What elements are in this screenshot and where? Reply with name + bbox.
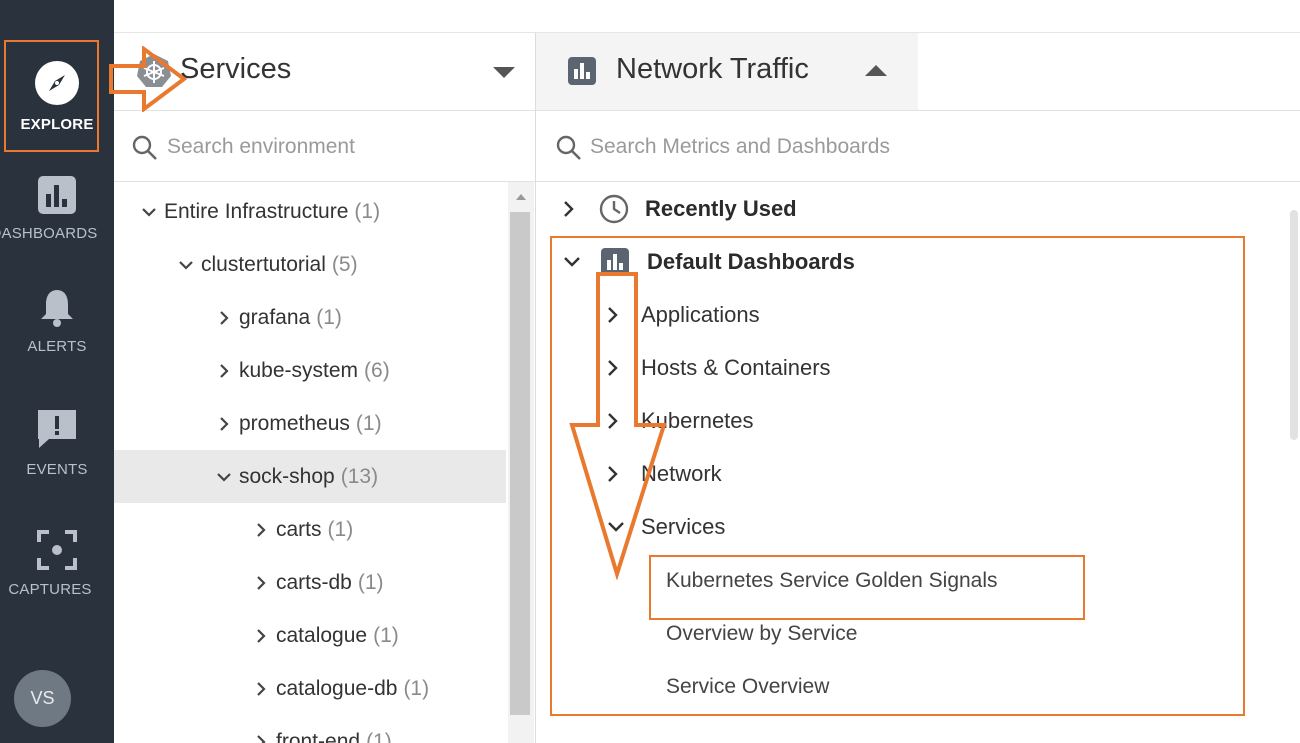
arrow-down-annotation <box>569 272 667 580</box>
tree-scrollbar[interactable] <box>508 182 534 743</box>
tree-item[interactable]: grafana (1) <box>114 291 506 344</box>
nav-label: DASHBOARDS <box>0 224 98 242</box>
tree-item[interactable]: catalogue (1) <box>114 609 506 662</box>
recently-used-group[interactable]: Recently Used <box>563 182 797 235</box>
nav-label: CAPTURES <box>8 580 92 598</box>
bar-chart-icon <box>37 175 77 215</box>
chevron-down-icon[interactable] <box>211 472 237 482</box>
chevron-right-icon[interactable] <box>211 363 237 379</box>
nav-alerts[interactable]: ALERTS <box>0 265 114 377</box>
search-input[interactable]: Search Metrics and Dashboards <box>590 135 890 159</box>
environment-search[interactable]: Search environment <box>114 111 535 182</box>
nav-dashboards[interactable]: DASHBOARDS <box>0 152 114 264</box>
alert-message-icon <box>35 407 79 451</box>
tree-item-count: (5) <box>331 252 358 276</box>
tree-item[interactable]: kube-system (6) <box>114 344 506 397</box>
nav-captures[interactable]: CAPTURES <box>0 507 114 619</box>
tree-item-label: clustertutorial <box>201 252 326 276</box>
tree-item[interactable]: front-end (1) <box>114 715 506 743</box>
group-label: Recently Used <box>645 195 797 221</box>
tree-item-count: (1) <box>327 517 354 541</box>
dashboard-icon <box>568 57 596 85</box>
tree-item-count: (1) <box>373 623 399 647</box>
chevron-right-icon[interactable] <box>211 416 237 432</box>
avatar[interactable]: VS <box>14 670 71 727</box>
scroll-up-icon[interactable] <box>516 194 526 200</box>
tree-item-count: (6) <box>364 358 390 382</box>
tree-item-label: grafana <box>239 305 311 329</box>
explore-highlight-box <box>4 40 99 152</box>
tree-item-label: kube-system <box>239 358 359 382</box>
tree-item-count: (1) <box>366 729 392 743</box>
services-title: Services <box>180 53 292 85</box>
tree-item-count: (1) <box>403 676 430 700</box>
tree-item-label: sock-shop <box>239 464 335 488</box>
tree-item-count: (1) <box>354 199 381 223</box>
bell-icon <box>38 288 76 328</box>
chevron-right-icon[interactable] <box>248 734 274 743</box>
tree-item-label: carts <box>276 517 322 541</box>
tree-item-selected[interactable]: sock-shop (13) <box>114 450 506 503</box>
caret-down-icon[interactable] <box>493 67 515 78</box>
chevron-down-icon[interactable] <box>173 260 199 270</box>
tree-item-count: (13) <box>340 464 379 488</box>
chevron-down-icon[interactable] <box>136 207 162 217</box>
arrow-right-annotation <box>109 46 188 112</box>
golden-signals-highlight-box <box>649 555 1085 620</box>
tree-item[interactable]: prometheus (1) <box>114 397 506 450</box>
capture-icon <box>36 529 78 571</box>
metrics-title: Network Traffic <box>616 53 809 85</box>
tree-item-label: prometheus <box>239 411 350 435</box>
search-input[interactable]: Search environment <box>167 135 355 159</box>
scrollbar-thumb[interactable] <box>510 212 530 715</box>
chevron-right-icon[interactable] <box>248 522 274 538</box>
clock-icon <box>599 194 629 224</box>
tree-item-label: catalogue-db <box>276 676 398 700</box>
tree-item[interactable]: catalogue-db (1) <box>114 662 506 715</box>
tree-item[interactable]: clustertutorial (5) <box>114 238 506 291</box>
chevron-right-icon[interactable] <box>248 575 274 591</box>
chevron-right-icon[interactable] <box>211 310 237 326</box>
tree-item-label: Entire Infrastructure <box>164 199 349 223</box>
search-icon <box>132 135 158 161</box>
tab-network-traffic[interactable]: Network Traffic <box>536 33 918 110</box>
metrics-scrollbar[interactable] <box>1290 210 1298 440</box>
tree-item[interactable]: Entire Infrastructure (1) <box>114 185 506 238</box>
caret-up-icon[interactable] <box>865 65 887 76</box>
nav-label: EVENTS <box>26 460 88 478</box>
tree-item-count: (1) <box>316 305 342 329</box>
metrics-header: Network Traffic <box>536 33 1300 111</box>
tree-item[interactable]: carts-db (1) <box>114 556 506 609</box>
tree-item[interactable]: carts (1) <box>114 503 506 556</box>
tree-item-label: front-end <box>276 729 361 743</box>
search-icon <box>556 135 582 161</box>
chevron-right-icon[interactable] <box>563 200 583 218</box>
chevron-right-icon[interactable] <box>248 628 274 644</box>
chevron-right-icon[interactable] <box>248 681 274 697</box>
service-tree: Entire Infrastructure (1) clustertutoria… <box>114 182 506 743</box>
metrics-search[interactable]: Search Metrics and Dashboards <box>536 111 1300 182</box>
nav-label: ALERTS <box>27 337 87 355</box>
top-bar <box>114 0 1300 33</box>
tree-item-label: carts-db <box>276 570 352 594</box>
tree-item-label: catalogue <box>276 623 368 647</box>
tree-item-count: (1) <box>355 411 382 435</box>
tree-item-count: (1) <box>357 570 384 594</box>
nav-events[interactable]: EVENTS <box>0 386 114 498</box>
